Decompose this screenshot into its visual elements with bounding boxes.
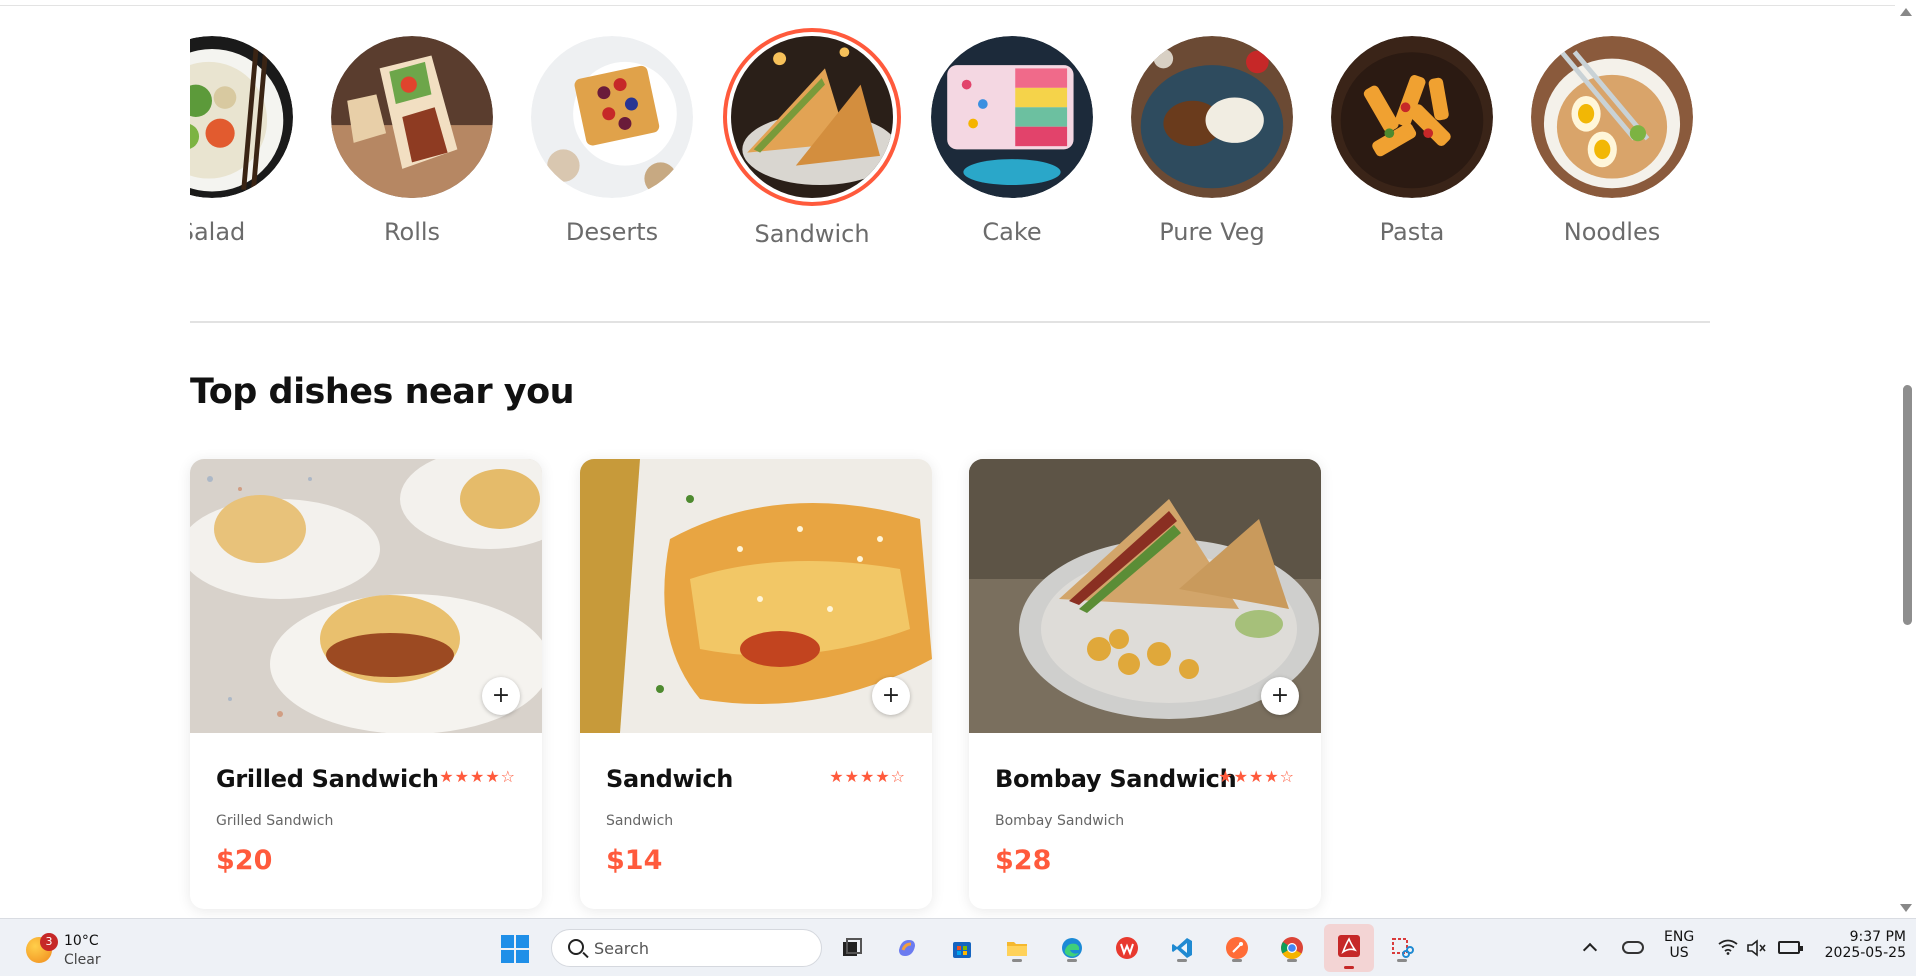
acrobat-reader-icon[interactable] [1324,924,1374,972]
pure-veg-image [1131,36,1293,198]
weather-widget[interactable]: 3 10°C Clear [24,927,144,971]
vertical-scrollbar[interactable] [1895,0,1916,918]
edge-browser-icon[interactable] [1055,931,1089,965]
sandwich-image [723,28,901,206]
wifi-icon[interactable] [1718,939,1738,955]
category-menu: Salad Rolls [190,22,1710,272]
weather-condition: Clear [64,952,101,968]
scroll-up-arrow-icon[interactable] [1900,8,1912,16]
vs-code-icon[interactable] [1165,931,1199,965]
dish-card[interactable]: + Sandwich ★★★★☆ Sandwich $14 [580,459,932,909]
microsoft-store-icon[interactable] [945,931,979,965]
chrome-icon[interactable] [1275,931,1309,965]
dish-card[interactable]: + Bombay Sandwich ★★★★☆ Bombay Sandwich … [969,459,1321,909]
rating-stars-icon: ★★★★☆ [439,767,516,786]
running-indicator [1012,959,1022,962]
category-cake[interactable]: Cake [912,22,1112,246]
category-label: Rolls [383,218,441,246]
language-indicator[interactable]: ENG US [1664,929,1694,961]
battery-icon[interactable] [1778,941,1803,954]
section-divider [190,321,1710,323]
category-label: Pasta [1379,218,1445,246]
clock-date: 2025-05-25 [1824,945,1906,961]
running-indicator [1067,959,1077,962]
search-placeholder: Search [594,939,649,958]
postman-icon[interactable] [1220,931,1254,965]
category-pasta[interactable]: Pasta [1312,22,1512,246]
copilot-icon[interactable] [890,931,924,965]
rating-stars-icon: ★★★★☆ [1218,767,1295,786]
scroll-thumb[interactable] [1903,385,1912,625]
clock[interactable]: 9:37 PM 2025-05-25 [1816,929,1906,961]
salad-image [190,36,293,198]
category-sandwich[interactable]: Sandwich [712,22,912,248]
pasta-image [1331,36,1493,198]
snipping-tool-icon[interactable] [1385,931,1419,965]
dish-image: + [580,459,932,733]
section-title: Top dishes near you [190,372,575,412]
category-label: Pure Veg [1159,218,1265,246]
search-icon [568,939,584,955]
dish-price: $20 [216,845,273,876]
running-indicator [1177,959,1187,962]
deserts-image [531,36,693,198]
noodles-image [1531,36,1693,198]
category-rolls[interactable]: Rolls [312,22,512,246]
dish-description: Sandwich [606,813,674,829]
add-to-cart-button[interactable]: + [482,677,520,715]
dish-description: Bombay Sandwich [995,813,1125,829]
dish-name: Sandwich [606,765,734,793]
category-noodles[interactable]: Noodles [1512,22,1710,246]
rating-stars-icon: ★★★★☆ [829,767,906,786]
dish-card[interactable]: + Grilled Sandwich ★★★★☆ Grilled Sandwic… [190,459,542,909]
add-to-cart-button[interactable]: + [1261,677,1299,715]
file-explorer-icon[interactable] [1000,931,1034,965]
show-hidden-icons-chevron-icon[interactable] [1582,942,1598,958]
dish-name: Bombay Sandwich [995,765,1237,793]
browser-viewport: Salad Rolls [0,0,1916,918]
dish-price: $14 [606,845,663,876]
category-label: Salad [190,218,246,246]
taskbar: 3 10°C Clear Search ENG US 9:37 PM 2025-… [0,918,1916,976]
running-indicator [1232,959,1242,962]
rolls-image [331,36,493,198]
category-label: Noodles [1563,218,1661,246]
weather-temperature: 10°C [64,933,99,949]
running-indicator [1344,966,1354,969]
category-pure-veg[interactable]: Pure Veg [1112,22,1312,246]
notification-badge: 3 [40,933,58,951]
category-label: Sandwich [754,220,870,248]
clock-time: 9:37 PM [1849,929,1906,945]
category-label: Deserts [565,218,659,246]
running-indicator [1397,959,1407,962]
cake-image [931,36,1093,198]
dish-description: Grilled Sandwich [216,813,334,829]
category-salad[interactable]: Salad [190,22,312,246]
running-indicator [1287,959,1297,962]
dish-image: + [190,459,542,733]
volume-muted-icon[interactable] [1746,939,1766,957]
category-label: Cake [982,218,1042,246]
language-code: ENG [1664,929,1695,945]
dish-image: + [969,459,1321,733]
scroll-down-arrow-icon[interactable] [1900,904,1912,912]
task-view-icon[interactable] [835,931,869,965]
dish-name: Grilled Sandwich [216,765,439,793]
wps-office-icon[interactable] [1110,931,1144,965]
top-border [0,5,1895,6]
dish-price: $28 [995,845,1052,876]
category-deserts[interactable]: Deserts [512,22,712,246]
taskbar-search-input[interactable]: Search [551,929,822,967]
onedrive-cloud-icon[interactable] [1622,941,1644,954]
add-to-cart-button[interactable]: + [872,677,910,715]
region-code: US [1669,945,1689,961]
windows-start-icon[interactable] [501,935,529,963]
